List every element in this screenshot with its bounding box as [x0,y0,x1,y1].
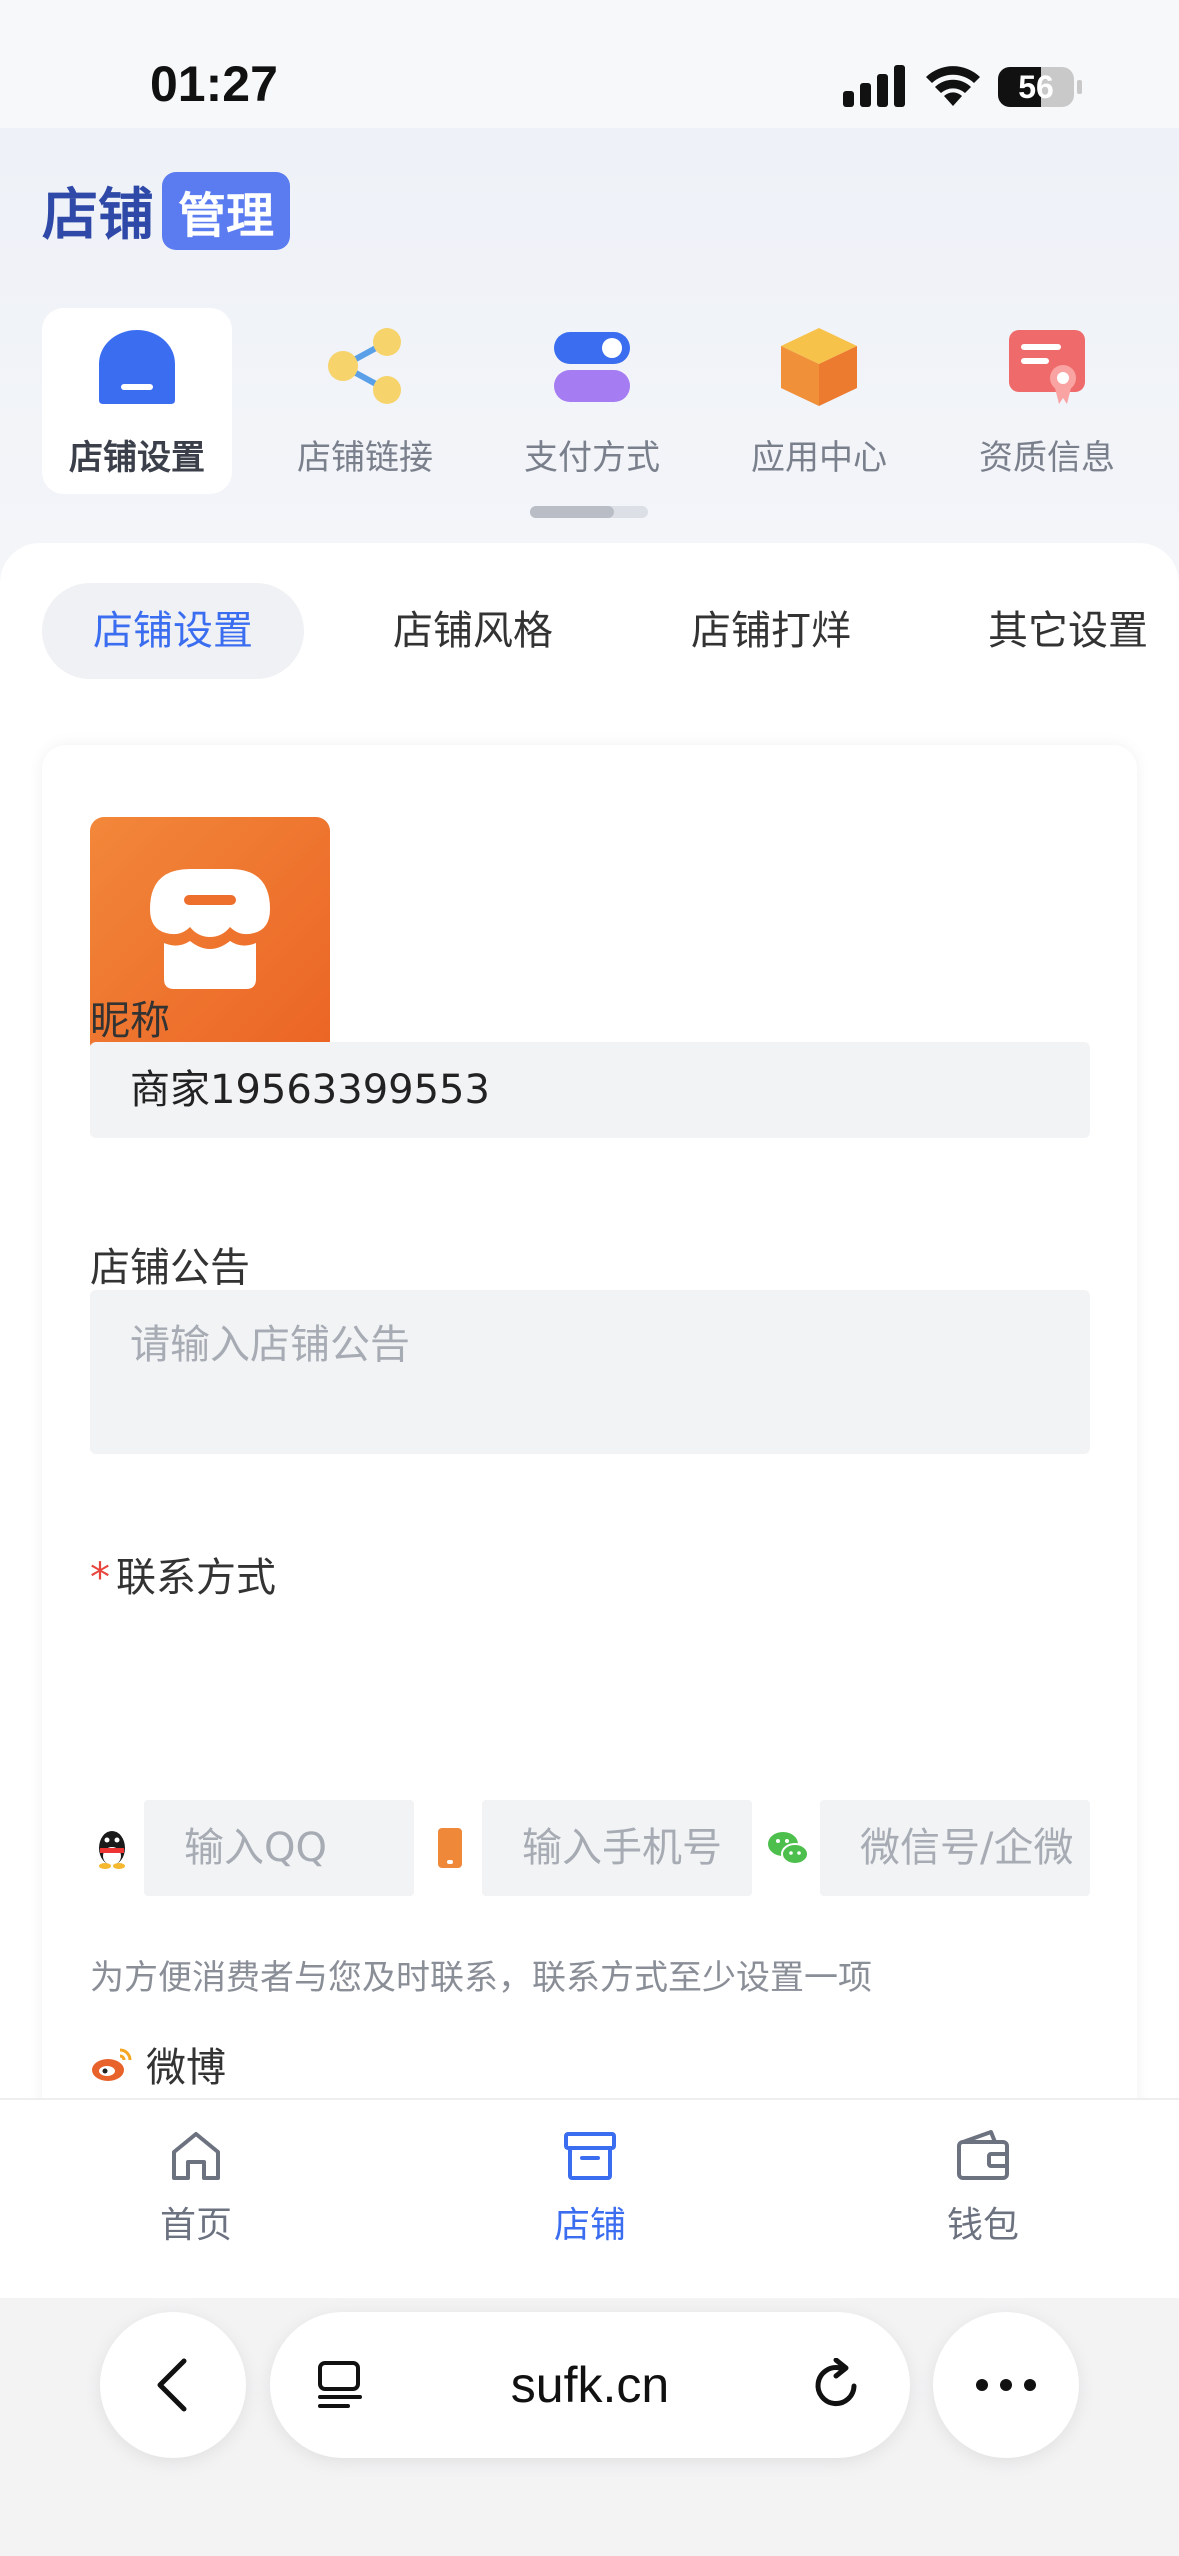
settings-panel: 店铺设置 店铺风格 店铺打烊 其它设置 昵称 商家19563399553 店铺公… [0,543,1179,2103]
nav-label: 资质信息 [979,438,1115,478]
weibo-label: 微博 [146,2045,226,2091]
wallet-icon [957,2130,1009,2180]
required-mark: * [90,1555,110,1601]
store-home-icon [99,330,175,404]
more-dots-icon [976,2379,1036,2391]
brand-main-text: 店铺 [42,183,154,248]
payment-toggle-icon [554,332,630,402]
browser-toolbar: sufk.cn [0,2298,1179,2556]
status-time: 01:27 [150,56,278,112]
tab-store-closed[interactable]: 店铺打烊 [640,583,902,679]
browser-back-button[interactable] [100,2312,246,2458]
bottom-nav-wallet[interactable]: 钱包 [883,2128,1083,2248]
bottom-nav-label: 首页 [159,2205,232,2246]
contact-label-row: * 联系方式 [90,1545,276,1603]
header: 店铺 管理 店铺设置 店铺链接 支付方式 应用中心 资质信息 [0,128,1179,548]
cellular-signal-icon [843,65,905,107]
nav-label: 支付方式 [524,438,660,478]
notice-placeholder: 请输入店铺公告 [130,1322,410,1368]
bottom-nav-label: 店铺 [553,2205,626,2246]
qq-input[interactable]: 输入QQ [144,1800,414,1896]
bottom-nav-home[interactable]: 首页 [96,2128,296,2248]
nickname-input[interactable]: 商家19563399553 [90,1042,1090,1138]
notice-textarea[interactable]: 请输入店铺公告 [90,1290,1090,1454]
phone-icon [438,1828,462,1868]
certificate-icon [1009,330,1085,404]
nav-label: 店铺链接 [297,438,433,478]
qq-icon [99,1831,125,1869]
brand-tag: 管理 [162,171,291,250]
browser-more-button[interactable] [933,2312,1079,2458]
battery-icon: 56 [998,67,1082,107]
contact-row: 输入QQ 输入手机号 微信号/企微 [90,1800,1090,1896]
nav-label: 店铺设置 [69,438,205,478]
bottom-nav-store[interactable]: 店铺 [490,2128,690,2248]
bottom-nav-label: 钱包 [946,2205,1019,2246]
chevron-left-icon [157,2358,187,2412]
wifi-icon [926,66,980,106]
wechat-icon [768,1832,809,1865]
tab-store-style[interactable]: 店铺风格 [342,583,604,679]
contact-label: 联系方式 [116,1555,276,1601]
reload-icon[interactable] [810,2358,864,2412]
app-box-icon [781,328,857,406]
nav-scroll-thumb [530,506,614,518]
bottom-nav: 首页 店铺 钱包 [0,2098,1179,2298]
nav-item-store-settings[interactable]: 店铺设置 [42,308,232,494]
brand-logo: 店铺 管理 [42,170,291,251]
feature-nav: 店铺设置 店铺链接 支付方式 应用中心 资质信息 [42,308,1142,498]
nav-item-app-center[interactable]: 应用中心 [724,308,914,494]
store-settings-card: 昵称 商家19563399553 店铺公告 请输入店铺公告 * 联系方式 输入QQ [42,745,1137,2103]
contact-hint: 为方便消费者与您及时联系，联系方式至少设置一项 [90,1958,872,1998]
share-link-icon [328,328,401,404]
battery-level-text: 56 [1018,69,1054,105]
browser-url-bar[interactable]: sufk.cn [270,2312,910,2458]
nav-item-qualification[interactable]: 资质信息 [952,308,1142,494]
tab-other-settings[interactable]: 其它设置 [937,583,1179,679]
home-icon [172,2132,220,2180]
phone-input[interactable]: 输入手机号 [482,1800,752,1896]
weibo-icon [92,2048,132,2081]
nickname-label: 昵称 [90,998,170,1044]
tab-store-settings[interactable]: 店铺设置 [42,583,304,679]
nav-item-store-link[interactable]: 店铺链接 [270,308,460,494]
settings-tabs: 店铺设置 店铺风格 店铺打烊 其它设置 [42,583,1179,683]
status-bar: 01:27 56 [0,0,1179,128]
nav-scroll-indicator [530,506,648,518]
notice-label: 店铺公告 [90,1245,250,1291]
nav-item-payment[interactable]: 支付方式 [497,308,687,494]
weibo-row: 微博 [90,2035,226,2093]
wechat-input[interactable]: 微信号/企微 [820,1800,1090,1896]
store-box-icon [564,2132,616,2180]
nav-label: 应用中心 [751,438,887,478]
